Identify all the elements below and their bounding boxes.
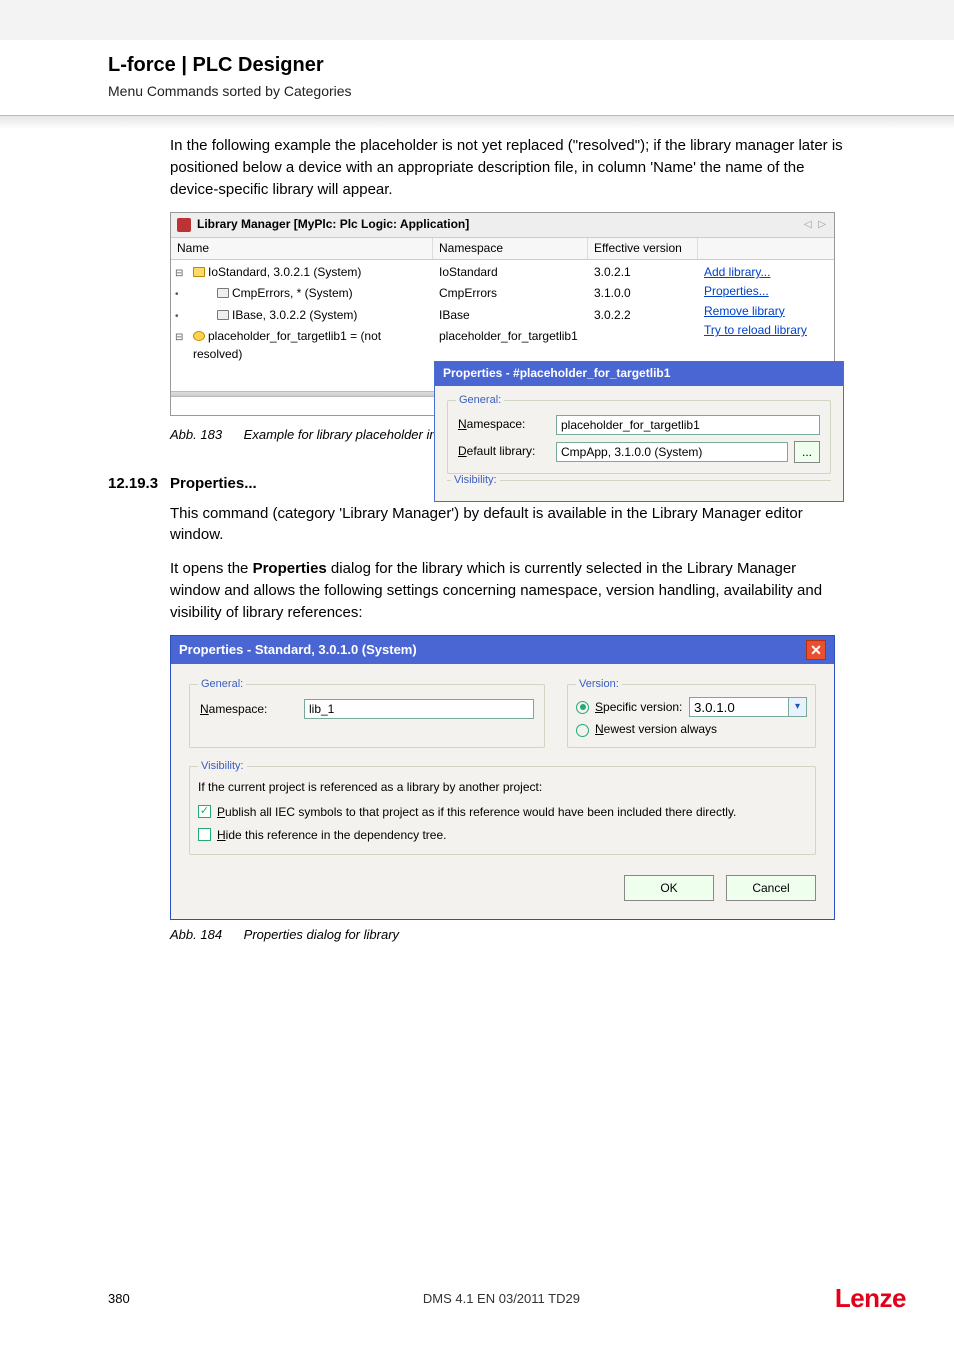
input-default-library[interactable] [556,442,788,462]
section-number: 12.19.3 [108,473,170,495]
link-properties[interactable]: Properties... [704,283,828,300]
column-header-namespace[interactable]: Namespace [433,238,588,259]
library-namespace: IoStandard [433,262,588,283]
section-title: Properties... [170,473,257,495]
tab-nav-icons[interactable]: ◁ ▷ [804,218,828,233]
radio-newest-version[interactable] [576,724,589,737]
group-version: Version: [576,677,622,693]
library-namespace: IBase [433,305,588,326]
label-namespace-2: Namespace: [200,701,298,718]
library-icon [217,310,229,320]
label-publish-symbols: Publish all IEC symbols to that project … [217,804,736,821]
tree-toggle-icon[interactable] [175,328,187,340]
group-general-2: General: [198,677,246,693]
figure-number-2: Abb. 184 [170,927,222,942]
input-specific-version[interactable] [689,697,789,717]
label-specific-version: Specific version: [595,699,682,716]
section-paragraph-1: This command (category 'Library Manager'… [170,503,846,547]
library-icon [193,331,205,341]
library-name: CmpErrors, * (System) [232,286,353,300]
library-row[interactable]: IBase, 3.0.2.2 (System) IBase3.0.2.2 [171,305,698,326]
checkbox-hide-reference[interactable] [198,828,211,841]
library-version: 3.0.2.1 [588,262,698,283]
column-header-name[interactable]: Name [171,238,433,259]
figure-caption-2: Properties dialog for library [244,927,399,942]
link-add-library[interactable]: Add library... [704,264,828,281]
properties-popup: Properties - #placeholder_for_targetlib1… [434,361,844,501]
library-version: 3.1.0.0 [588,283,698,304]
dialog-title: Properties - Standard, 3.0.1.0 (System) [179,641,417,660]
library-name: IoStandard, 3.0.2.1 (System) [208,265,361,279]
label-hide-reference: Hide this reference in the dependency tr… [217,827,446,844]
browse-button[interactable]: ... [794,441,820,463]
group-visibility: Visibility: [451,474,500,486]
group-visibility-2: Visibility: [198,759,247,775]
library-row[interactable]: CmpErrors, * (System) CmpErrors3.1.0.0 [171,283,698,304]
tree-toggle-icon[interactable] [175,264,187,276]
cancel-button[interactable]: Cancel [726,875,816,901]
library-row[interactable]: placeholder_for_targetlib1 = (not resolv… [171,326,698,365]
footer-doc-id: DMS 4.1 EN 03/2011 TD29 [168,1291,835,1306]
intro-paragraph: In the following example the placeholder… [170,135,846,200]
library-namespace: placeholder_for_targetlib1 [433,326,588,365]
libmgr-tab-title: Library Manager [MyPlc: Plc Logic: Appli… [197,216,469,233]
library-icon [193,267,205,277]
book-icon [177,218,191,232]
link-reload-library[interactable]: Try to reload library [704,322,828,339]
label-newest-version: Newest version always [595,721,717,738]
chevron-down-icon[interactable]: ▾ [789,697,807,717]
ok-button[interactable]: OK [624,875,714,901]
link-remove-library[interactable]: Remove library [704,303,828,320]
figure-number-1: Abb. 183 [170,427,222,442]
brand-logo: Lenze [835,1283,906,1314]
input-namespace-2[interactable] [304,699,534,719]
popup-title: Properties - #placeholder_for_targetlib1 [435,362,843,385]
page-subtitle: Menu Commands sorted by Categories [108,83,954,99]
tree-toggle-icon[interactable] [175,307,187,319]
input-namespace[interactable] [556,415,820,435]
tree-toggle-icon[interactable] [175,285,187,297]
checkbox-publish-symbols[interactable]: ✓ [198,805,211,818]
properties-dialog: Properties - Standard, 3.0.1.0 (System) … [170,635,835,919]
library-namespace: CmpErrors [433,283,588,304]
label-default-library: Default library: [458,443,556,460]
library-version: 3.0.2.2 [588,305,698,326]
library-icon [217,288,229,298]
section-paragraph-2: It opens the Properties dialog for the l… [170,558,846,623]
page-title: L-force | PLC Designer [108,54,954,77]
column-header-version[interactable]: Effective version [588,238,698,259]
library-row[interactable]: IoStandard, 3.0.2.1 (System) IoStandard3.… [171,262,698,283]
close-icon[interactable]: ✕ [806,640,826,660]
label-namespace: Namespace: [458,416,556,433]
library-name: IBase, 3.0.2.2 (System) [232,308,357,322]
radio-specific-version[interactable] [576,701,589,714]
library-version [588,326,698,365]
visibility-intro: If the current project is referenced as … [198,779,807,796]
group-general: General: [456,393,504,409]
page-number: 380 [108,1291,168,1306]
library-manager-panel: Library Manager [MyPlc: Plc Logic: Appli… [170,212,835,416]
library-name: placeholder_for_targetlib1 = (not resolv… [193,329,381,360]
